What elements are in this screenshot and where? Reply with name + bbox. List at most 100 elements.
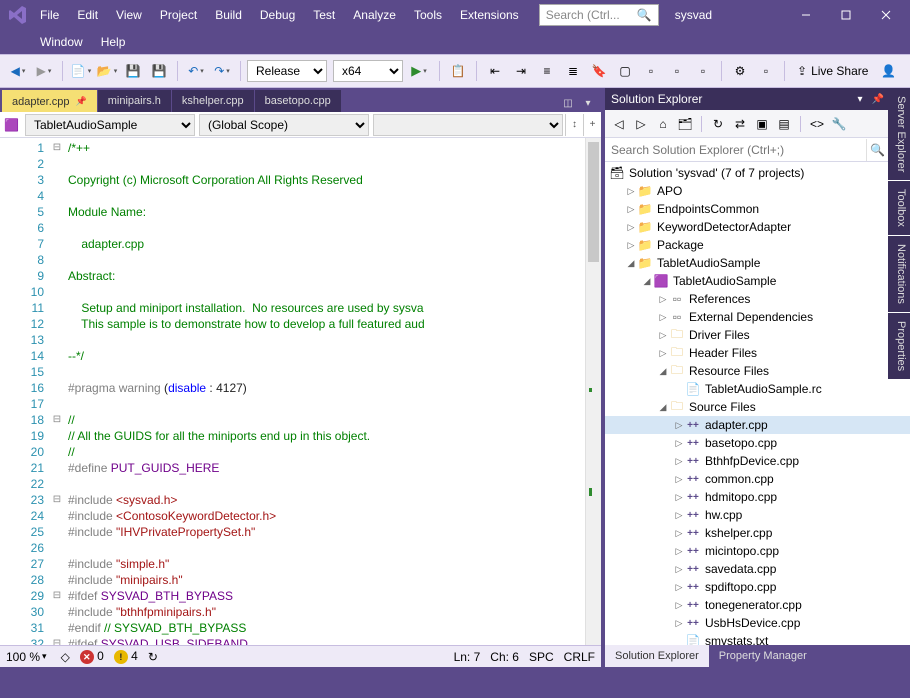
tree-item-endpointscommon[interactable]: ▷📁EndpointsCommon <box>605 200 910 218</box>
menu-extensions[interactable]: Extensions <box>452 4 527 26</box>
tb-btn-9[interactable]: ▫ <box>691 59 715 83</box>
menu-analyze[interactable]: Analyze <box>345 4 404 26</box>
live-share-button[interactable]: ⇪ Live Share <box>791 64 874 78</box>
tree-item-bthhfpdevice-cpp[interactable]: ▷++BthhfpDevice.cpp <box>605 452 910 470</box>
nav-back-button[interactable]: ◀▾ <box>6 59 30 83</box>
menu-test[interactable]: Test <box>305 4 343 26</box>
error-count[interactable]: ✕ 0 <box>80 649 104 665</box>
pin-icon[interactable]: 📌 <box>76 96 87 107</box>
tree-item-adapter-cpp[interactable]: ▷++adapter.cpp <box>605 416 910 434</box>
tb-btn-10[interactable]: ⚙ <box>728 59 752 83</box>
tab-preview-icon[interactable]: ◫ <box>559 94 577 112</box>
menu-build[interactable]: Build <box>207 4 250 26</box>
no-issues-icon[interactable]: ◇ <box>61 650 70 664</box>
solution-root[interactable]: 🗃Solution 'sysvad' (7 of 7 projects) <box>605 164 910 182</box>
tree-item-smvstats-txt[interactable]: 📄smvstats.txt <box>605 632 910 645</box>
se-sync-button[interactable]: ⇄ <box>730 114 750 134</box>
save-button[interactable]: 💾 <box>121 59 145 83</box>
tree-item-tonegenerator-cpp[interactable]: ▷++tonegenerator.cpp <box>605 596 910 614</box>
tree-item-basetopo-cpp[interactable]: ▷++basetopo.cpp <box>605 434 910 452</box>
tree-item-savedata-cpp[interactable]: ▷++savedata.cpp <box>605 560 910 578</box>
tree-item-apo[interactable]: ▷📁APO <box>605 182 910 200</box>
tree-item-hw-cpp[interactable]: ▷++hw.cpp <box>605 506 910 524</box>
tb-comment[interactable]: ≡ <box>535 59 559 83</box>
menu-file[interactable]: File <box>32 4 67 26</box>
maximize-button[interactable] <box>826 1 866 29</box>
se-switch-view-button[interactable]: 🗂 <box>675 114 695 134</box>
side-tab-properties[interactable]: Properties <box>888 313 910 379</box>
close-button[interactable] <box>866 1 906 29</box>
tree-item-hdmitopo-cpp[interactable]: ▷++hdmitopo.cpp <box>605 488 910 506</box>
tree-item-source-files[interactable]: ◢🗀Source Files <box>605 398 910 416</box>
warning-count[interactable]: ! 4 <box>114 649 138 664</box>
se-refresh-button[interactable]: ↻ <box>708 114 728 134</box>
solution-tree[interactable]: 🗃Solution 'sysvad' (7 of 7 projects)▷📁AP… <box>605 162 910 645</box>
redo-button[interactable]: ↷▾ <box>210 59 234 83</box>
se-collapse-button[interactable]: ▣ <box>752 114 772 134</box>
start-button[interactable]: ▶▾ <box>405 59 433 83</box>
code-editor[interactable]: /*++Copyright (c) Microsoft Corporation … <box>64 138 585 645</box>
tb-btn-11[interactable]: ▫ <box>754 59 778 83</box>
column-indicator[interactable]: Ch: 6 <box>490 650 519 664</box>
se-forward-button[interactable]: ▷ <box>631 114 651 134</box>
new-project-button[interactable]: 📄▾ <box>69 59 93 83</box>
tree-item-resource-files[interactable]: ◢🗀Resource Files <box>605 362 910 380</box>
panel-pin-icon[interactable]: 📌 <box>870 91 886 107</box>
se-showall-button[interactable]: ▤ <box>774 114 794 134</box>
side-tab-toolbox[interactable]: Toolbox <box>888 181 910 235</box>
panel-tab-property-manager[interactable]: Property Manager <box>709 645 817 667</box>
tree-item-package[interactable]: ▷📁Package <box>605 236 910 254</box>
tree-item-spdiftopo-cpp[interactable]: ▷++spdiftopo.cpp <box>605 578 910 596</box>
tree-item-driver-files[interactable]: ▷🗀Driver Files <box>605 326 910 344</box>
tree-item-tabletaudiosample[interactable]: ◢🟪TabletAudioSample <box>605 272 910 290</box>
panel-dropdown-icon[interactable]: ▾ <box>852 91 868 107</box>
se-props-button[interactable]: 🔧 <box>829 114 849 134</box>
eol-indicator[interactable]: CRLF <box>564 650 595 664</box>
menu-view[interactable]: View <box>108 4 150 26</box>
zoom-control[interactable]: 100 % ▾ <box>6 650 47 664</box>
nav-scope-select[interactable]: (Global Scope) <box>199 114 369 136</box>
tb-indent-dec[interactable]: ⇤ <box>483 59 507 83</box>
feedback-button[interactable]: 👤 <box>876 59 900 83</box>
save-all-button[interactable]: 💾 <box>147 59 171 83</box>
tab-adapter-cpp[interactable]: adapter.cpp📌 <box>2 90 97 112</box>
tree-item-external-dependencies[interactable]: ▷▫▫External Dependencies <box>605 308 910 326</box>
menu-tools[interactable]: Tools <box>406 4 450 26</box>
tree-item-keyworddetectoradapter[interactable]: ▷📁KeywordDetectorAdapter <box>605 218 910 236</box>
solution-search[interactable]: 🔍 ▾ <box>605 138 910 162</box>
tab-minipairs-h[interactable]: minipairs.h <box>98 90 171 112</box>
open-button[interactable]: 📂▾ <box>95 59 119 83</box>
expand-button[interactable]: + <box>583 114 601 136</box>
search-submit-icon[interactable]: 🔍 <box>866 139 888 161</box>
nav-project-select[interactable]: TabletAudioSample <box>25 114 195 136</box>
tb-btn-7[interactable]: ▫ <box>639 59 663 83</box>
tb-uncomment[interactable]: ≣ <box>561 59 585 83</box>
tb-btn-6[interactable]: ▢ <box>613 59 637 83</box>
tree-item-usbhsdevice-cpp[interactable]: ▷++UsbHsDevice.cpp <box>605 614 910 632</box>
split-button[interactable]: ↕ <box>565 114 583 136</box>
solution-search-input[interactable] <box>605 139 866 161</box>
tab-dropdown-icon[interactable]: ▾ <box>579 94 597 112</box>
tb-bookmark[interactable]: 🔖 <box>587 59 611 83</box>
tree-item-header-files[interactable]: ▷🗀Header Files <box>605 344 910 362</box>
menu-help[interactable]: Help <box>93 31 134 53</box>
panel-tab-solution-explorer[interactable]: Solution Explorer <box>605 645 709 667</box>
line-indicator[interactable]: Ln: 7 <box>454 650 481 664</box>
tree-item-kshelper-cpp[interactable]: ▷++kshelper.cpp <box>605 524 910 542</box>
fold-column[interactable]: ⊟⊟⊟⊟⊟ <box>50 138 64 645</box>
tree-item-micintopo-cpp[interactable]: ▷++micintopo.cpp <box>605 542 910 560</box>
tree-item-common-cpp[interactable]: ▷++common.cpp <box>605 470 910 488</box>
tb-btn-1[interactable]: 📋 <box>446 59 470 83</box>
se-back-button[interactable]: ◁ <box>609 114 629 134</box>
menu-window[interactable]: Window <box>32 31 91 53</box>
tree-item-tabletaudiosample-rc[interactable]: 📄TabletAudioSample.rc <box>605 380 910 398</box>
vertical-scrollbar[interactable] <box>585 138 601 645</box>
tab-kshelper-cpp[interactable]: kshelper.cpp <box>172 90 254 112</box>
menu-debug[interactable]: Debug <box>252 4 303 26</box>
menu-project[interactable]: Project <box>152 4 205 26</box>
configuration-select[interactable]: Release <box>247 60 327 82</box>
tree-item-references[interactable]: ▷▫▫References <box>605 290 910 308</box>
side-tab-server-explorer[interactable]: Server Explorer <box>888 88 910 180</box>
scrollbar-thumb[interactable] <box>588 142 599 262</box>
undo-button[interactable]: ↶▾ <box>184 59 208 83</box>
